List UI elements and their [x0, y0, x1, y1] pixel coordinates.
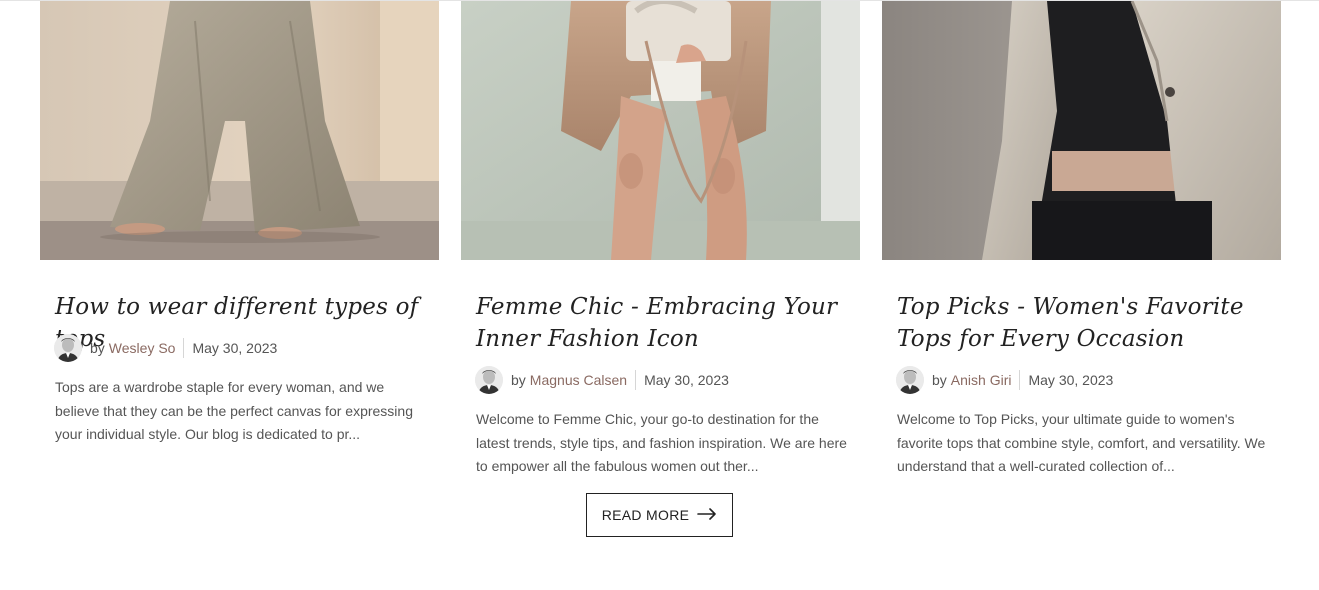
post-date: May 30, 2023: [1028, 372, 1114, 388]
meta-divider: [635, 370, 637, 390]
author-link[interactable]: Wesley So: [109, 340, 176, 356]
post-title[interactable]: Top Picks - Women's Favorite Tops for Ev…: [897, 291, 1272, 355]
post-meta: by Magnus Calsen May 30, 2023: [475, 365, 729, 395]
post-image[interactable]: [40, 1, 439, 260]
author-avatar: [475, 366, 503, 394]
post-excerpt: Welcome to Femme Chic, your go-to destin…: [476, 411, 847, 474]
post-image[interactable]: [882, 1, 1281, 260]
blog-card: Femme Chic - Embracing Your Inner Fashio…: [461, 1, 860, 474]
post-title[interactable]: Femme Chic - Embracing Your Inner Fashio…: [476, 291, 851, 355]
author-link[interactable]: Anish Giri: [951, 372, 1012, 388]
post-date: May 30, 2023: [644, 372, 729, 388]
post-meta: by Wesley So May 30, 2023: [54, 333, 277, 363]
arrow-right-icon: [697, 507, 717, 523]
by-label: by: [932, 372, 947, 388]
author-link[interactable]: Magnus Calsen: [530, 372, 627, 388]
read-more-label: READ MORE: [601, 507, 690, 523]
by-label: by: [90, 340, 105, 356]
blog-card: Top Picks - Women's Favorite Tops for Ev…: [882, 1, 1281, 474]
post-meta: by Anish Giri May 30, 2023: [896, 365, 1113, 395]
meta-divider: [183, 338, 185, 358]
by-label: by: [511, 372, 526, 388]
post-date: May 30, 2023: [192, 340, 278, 356]
post-excerpt: Tops are a wardrobe staple for every wom…: [55, 379, 413, 442]
author-avatar: [896, 366, 924, 394]
author-avatar: [54, 334, 82, 362]
post-image[interactable]: [461, 1, 860, 260]
meta-divider: [1019, 370, 1021, 390]
read-more-button[interactable]: READ MORE: [586, 493, 733, 537]
blog-card: How to wear different types of tops by W…: [40, 1, 439, 442]
post-excerpt: Welcome to Top Picks, your ultimate guid…: [897, 411, 1266, 474]
